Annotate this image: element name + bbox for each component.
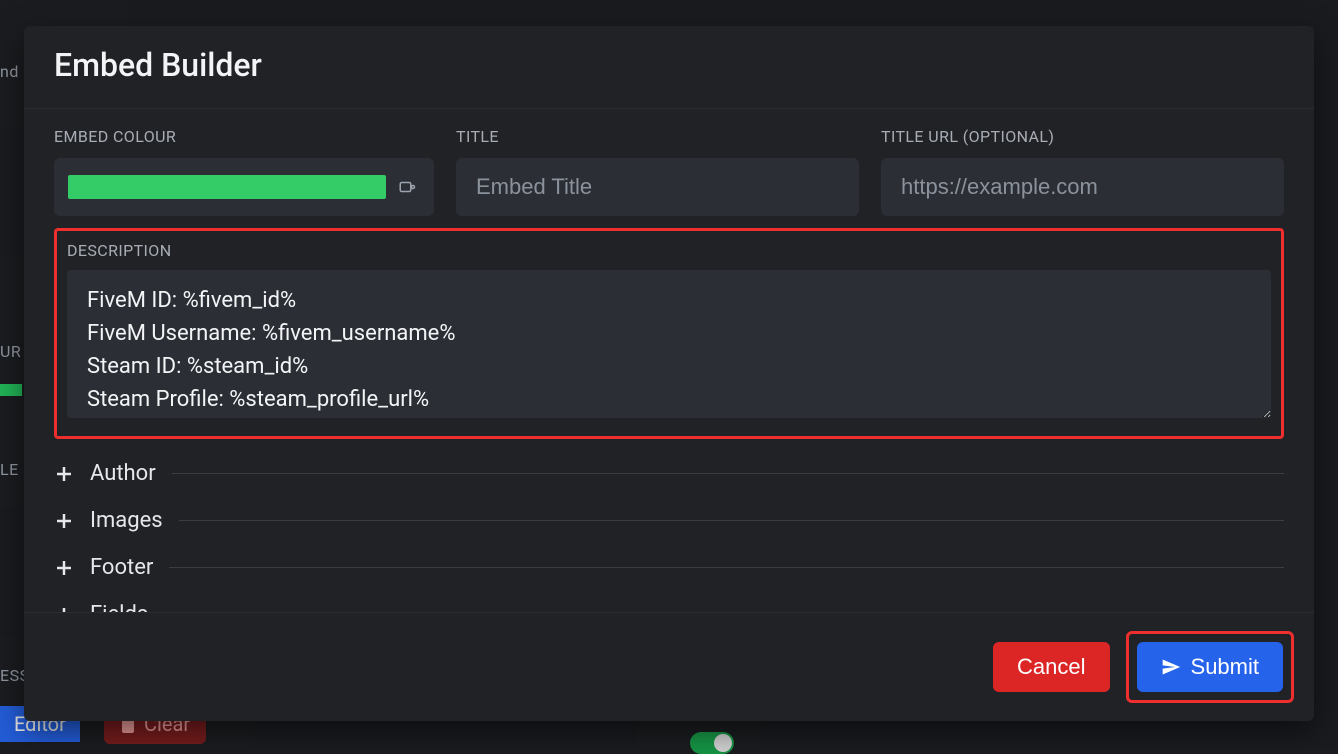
images-label: Images — [90, 508, 163, 533]
title-url-field: TITLE URL (OPTIONAL) — [881, 127, 1284, 216]
footer-label: Footer — [90, 555, 153, 580]
title-label: TITLE — [456, 127, 859, 146]
rule — [172, 473, 1284, 474]
title-field: TITLE — [456, 127, 859, 216]
embed-builder-modal: Embed Builder EMBED COLOUR TITLE TITLE U… — [24, 26, 1314, 721]
bg-text-nd: nd — [0, 62, 19, 81]
footer-collapsible[interactable]: Footer — [54, 555, 1284, 580]
paper-plane-icon — [1161, 657, 1181, 677]
plus-icon — [54, 464, 74, 484]
embed-colour-input[interactable] — [54, 158, 434, 216]
title-url-label: TITLE URL (OPTIONAL) — [881, 127, 1284, 146]
colour-swatch — [68, 175, 386, 199]
title-url-input[interactable] — [881, 158, 1284, 216]
plus-icon — [54, 558, 74, 578]
description-section-highlight: DESCRIPTION — [54, 228, 1284, 439]
author-label: Author — [90, 461, 156, 486]
embed-colour-field: EMBED COLOUR — [54, 127, 434, 216]
submit-highlight: Submit — [1126, 631, 1294, 703]
bg-toggle-switch — [690, 732, 734, 754]
bg-text-le: LE — [0, 460, 19, 479]
rule — [169, 567, 1284, 568]
fields-collapsible[interactable]: Fields — [54, 602, 1284, 612]
modal-footer: Cancel Submit — [24, 612, 1314, 721]
plus-icon — [54, 511, 74, 531]
fields-label: Fields — [90, 602, 148, 612]
bg-text-ur: UR — [0, 342, 21, 361]
cancel-button[interactable]: Cancel — [993, 642, 1109, 692]
author-collapsible[interactable]: Author — [54, 461, 1284, 486]
submit-button[interactable]: Submit — [1137, 642, 1283, 692]
embed-colour-label: EMBED COLOUR — [54, 127, 434, 146]
modal-title: Embed Builder — [24, 26, 1314, 109]
plus-icon — [54, 605, 74, 613]
description-label: DESCRIPTION — [67, 241, 1271, 260]
description-textarea[interactable] — [67, 270, 1271, 418]
top-row: EMBED COLOUR TITLE TITLE URL (OPTIONAL) — [54, 127, 1284, 216]
rule — [179, 520, 1284, 521]
images-collapsible[interactable]: Images — [54, 508, 1284, 533]
modal-body: EMBED COLOUR TITLE TITLE URL (OPTIONAL) … — [24, 109, 1314, 612]
submit-label: Submit — [1191, 654, 1259, 680]
eyedropper-icon[interactable] — [394, 174, 420, 200]
cancel-label: Cancel — [1017, 654, 1085, 680]
title-input[interactable] — [456, 158, 859, 216]
bg-green-bar — [0, 384, 22, 396]
